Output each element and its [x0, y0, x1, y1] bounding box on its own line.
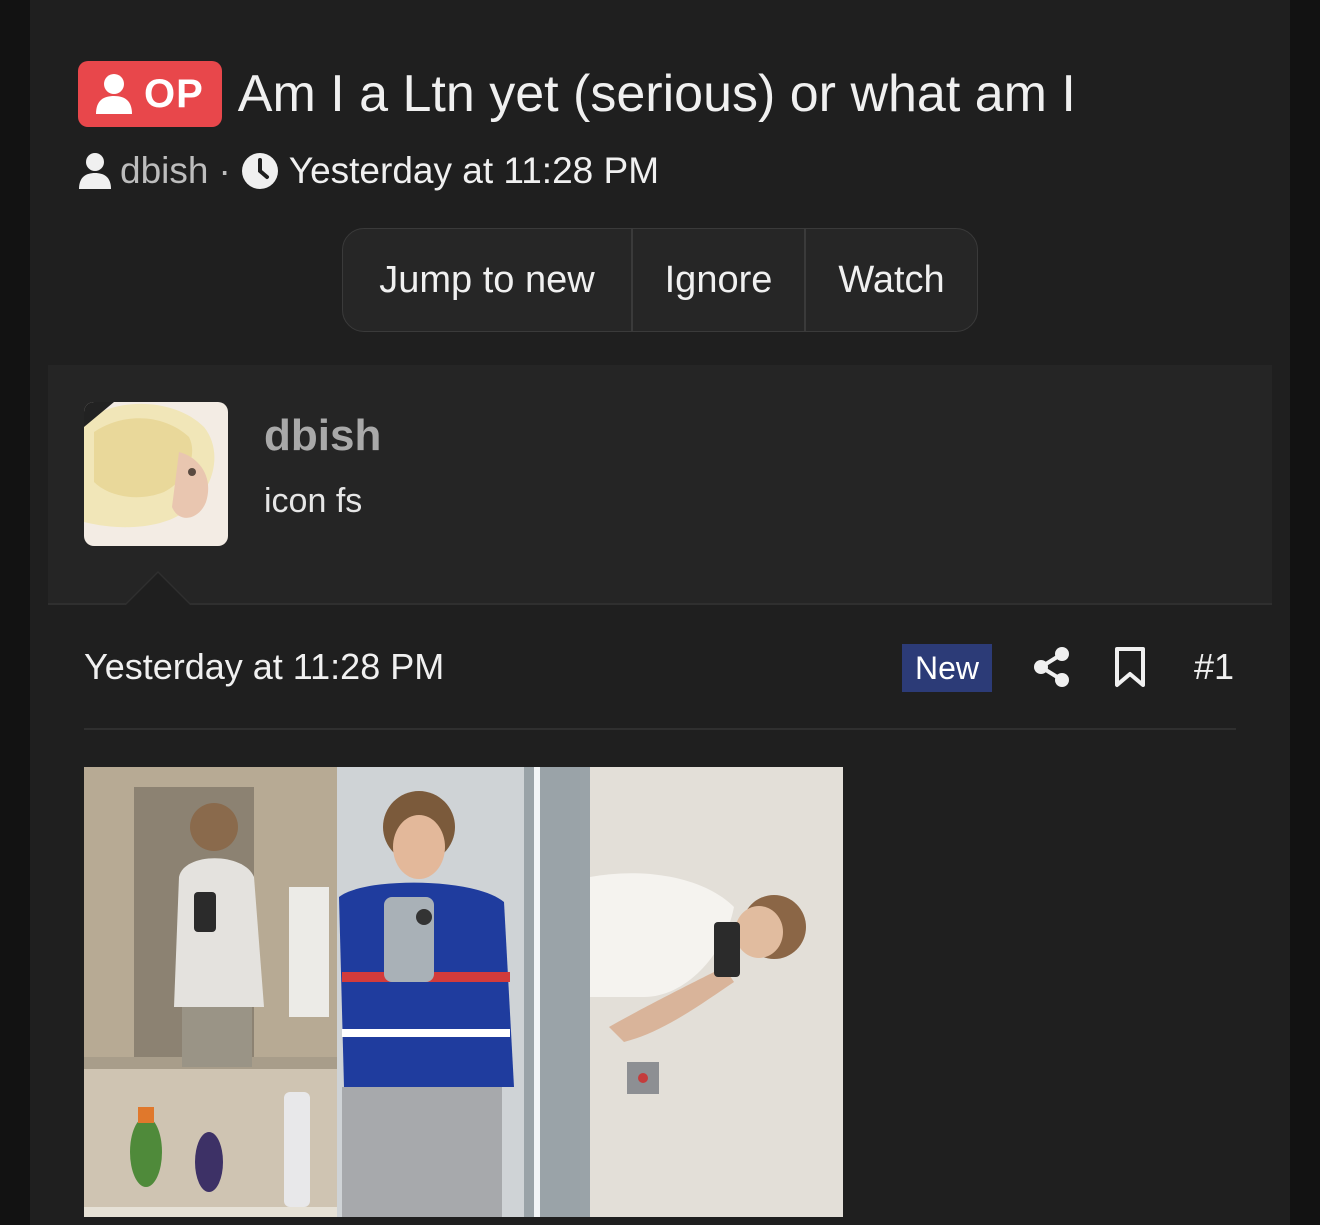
- thread-panel: OP Am I a Ltn yet (serious) or what am I…: [30, 0, 1290, 1225]
- post-time[interactable]: Yesterday at 11:28 PM: [84, 646, 444, 688]
- thread-meta: dbish · Yesterday at 11:28 PM: [78, 148, 659, 194]
- post-header: Yesterday at 11:28 PM New #1: [84, 640, 1236, 696]
- new-badge: New: [902, 644, 992, 692]
- photo-3: [590, 767, 843, 1217]
- post-user-block: dbish icon fs: [48, 365, 1272, 605]
- user-block-arrow: [126, 573, 190, 605]
- photo-2: [337, 767, 590, 1217]
- thread-action-buttons: Jump to new Ignore Watch: [342, 228, 978, 332]
- thread-time[interactable]: Yesterday at 11:28 PM: [289, 150, 659, 192]
- user-icon: [79, 153, 111, 189]
- jump-to-new-button[interactable]: Jump to new: [343, 229, 631, 331]
- post-number-link[interactable]: #1: [1194, 646, 1234, 688]
- thread-title-row: OP Am I a Ltn yet (serious) or what am I: [78, 60, 1076, 128]
- share-icon[interactable]: [1032, 646, 1072, 688]
- thread-title: Am I a Ltn yet (serious) or what am I: [237, 65, 1076, 123]
- photo-1: [84, 767, 337, 1217]
- op-badge: OP: [78, 61, 222, 127]
- post-author-title: icon fs: [264, 482, 363, 520]
- bookmark-icon[interactable]: [1114, 646, 1146, 688]
- avatar[interactable]: [84, 402, 228, 546]
- post-image-attachment[interactable]: [84, 767, 843, 1217]
- op-label: OP: [144, 71, 204, 116]
- thread-author-link[interactable]: dbish: [120, 150, 208, 192]
- post-divider: [84, 728, 1236, 730]
- post-author-name[interactable]: dbish: [264, 411, 381, 461]
- watch-button[interactable]: Watch: [804, 229, 977, 331]
- clock-icon: [241, 153, 278, 189]
- meta-separator: ·: [218, 150, 231, 191]
- user-icon: [96, 74, 132, 114]
- ignore-button[interactable]: Ignore: [631, 229, 804, 331]
